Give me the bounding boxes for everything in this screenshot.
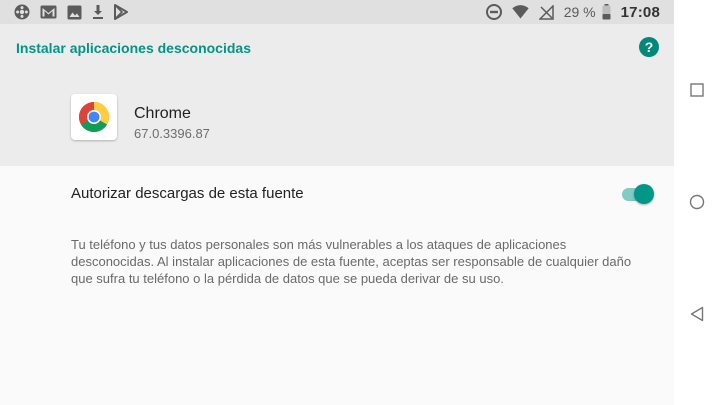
allow-source-switch[interactable] (620, 184, 656, 204)
app-version: 67.0.3396.87 (134, 126, 210, 141)
allow-source-label: Autorizar descargas de esta fuente (71, 185, 304, 202)
app-name: Chrome (134, 105, 191, 122)
settings-screen: 29 % 17:08 Instalar aplicaciones descono… (0, 0, 674, 405)
image-icon (67, 5, 82, 20)
recents-icon[interactable] (687, 80, 707, 100)
gmail-icon (40, 5, 57, 19)
home-icon[interactable] (687, 192, 707, 212)
help-icon[interactable]: ? (639, 37, 659, 57)
app-notification-icon (14, 4, 30, 20)
page-title: Instalar aplicaciones desconocidas (16, 40, 251, 56)
download-icon (92, 4, 104, 20)
battery-percent: 29 % (563, 4, 596, 20)
status-bar: 29 % 17:08 (0, 0, 674, 24)
chrome-icon (71, 94, 117, 140)
allow-source-toggle-row[interactable]: Autorizar descargas de esta fuente (0, 166, 674, 222)
back-icon[interactable] (687, 304, 707, 324)
status-notification-icons (14, 4, 128, 20)
app-info-header: Instalar aplicaciones desconocidas ? Chr… (0, 24, 674, 166)
play-store-icon (114, 4, 128, 20)
wifi-icon (512, 5, 529, 19)
no-signal-icon (538, 4, 554, 20)
navigation-bar (674, 0, 720, 405)
do-not-disturb-icon (485, 4, 502, 20)
status-clock: 17:08 (620, 3, 660, 21)
switch-thumb (634, 184, 654, 204)
battery-icon (602, 4, 611, 20)
status-system-icons: 29 % 17:08 (485, 3, 660, 21)
security-warning-text: Tu teléfono y tus datos personales son m… (71, 237, 632, 286)
